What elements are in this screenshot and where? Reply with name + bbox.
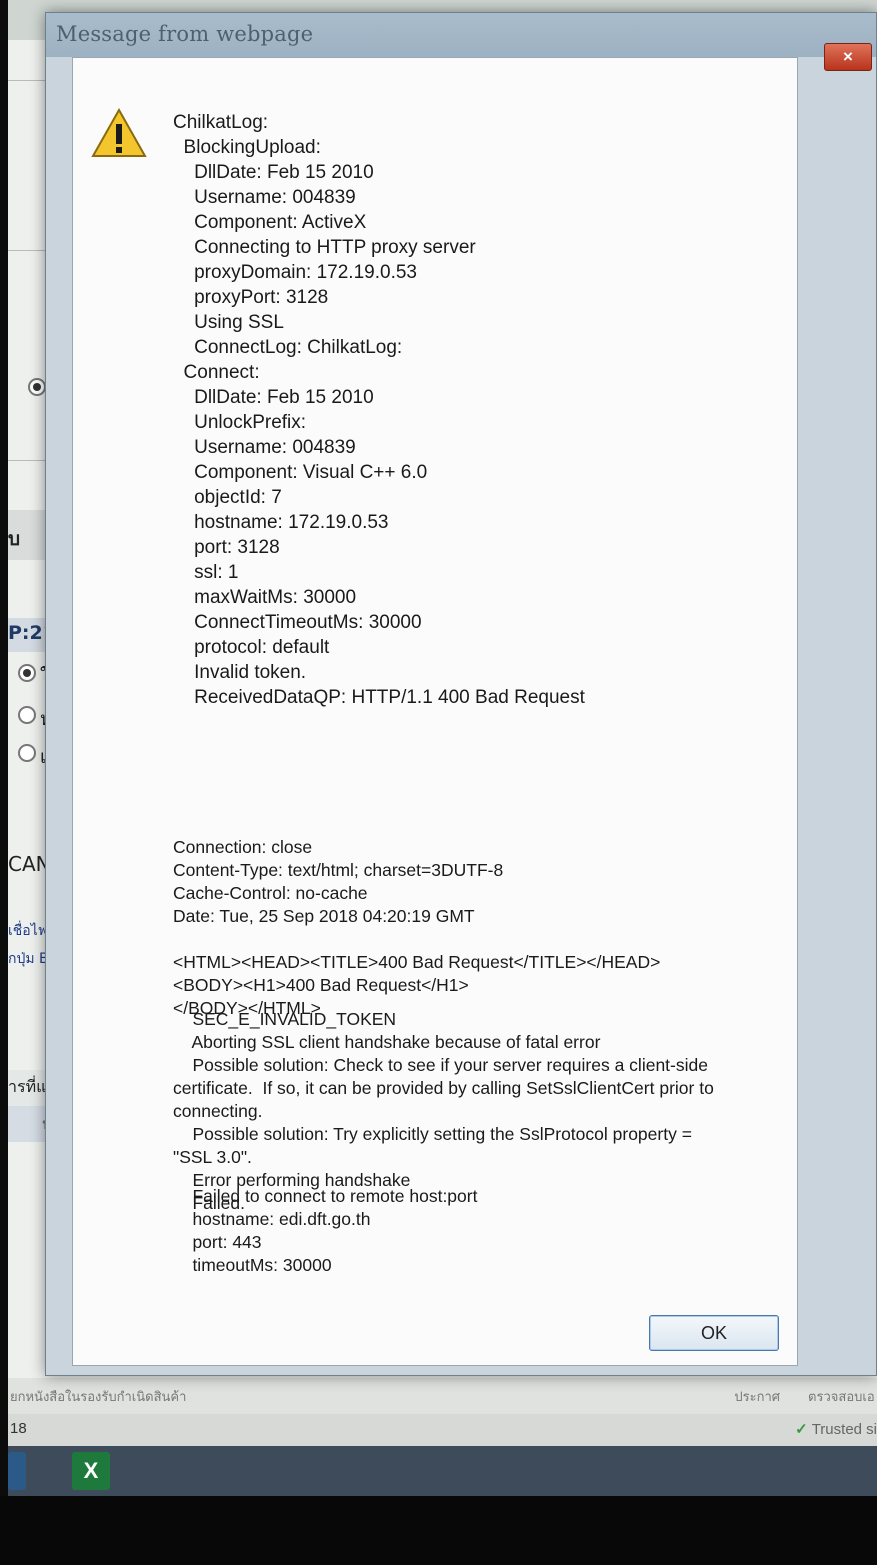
log-line: protocol: default — [173, 637, 330, 658]
log-line: <BODY><H1>400 Bad Request</H1> — [173, 975, 469, 995]
taskbar: X — [8, 1446, 877, 1496]
log-line: Date: Tue, 25 Sep 2018 04:20:19 GMT — [173, 906, 475, 926]
log-line: Connection: close — [173, 837, 313, 857]
log-line: objectId: 7 — [173, 487, 282, 508]
log-line: hostname: 172.19.0.53 — [173, 512, 389, 533]
log-line: timeoutMs: 30000 — [173, 1255, 332, 1275]
log-line: <HTML><HEAD><TITLE>400 Bad Request</TITL… — [173, 952, 661, 972]
log-line: Username: 004839 — [173, 437, 356, 458]
log-line: Aborting SSL client handshake because of… — [173, 1032, 601, 1052]
radio-button[interactable] — [28, 378, 46, 396]
log-line: Component: Visual C++ 6.0 — [173, 462, 428, 483]
log-line: ChilkatLog: — [173, 112, 269, 133]
log-line: Using SSL — [173, 312, 284, 333]
log-line: proxyPort: 3128 — [173, 287, 329, 308]
log-line: Possible solution: Try explicitly settin… — [173, 1124, 692, 1144]
radio-button[interactable] — [18, 744, 36, 762]
warning-icon — [91, 108, 147, 157]
excel-icon-label: X — [83, 1458, 99, 1483]
browser-status-bar: 18 ✓ Trusted si — [8, 1414, 877, 1446]
log-line: Username: 004839 — [173, 187, 356, 208]
footer-link[interactable]: ตรวจสอบเอ — [808, 1386, 875, 1407]
log-line: maxWaitMs: 30000 — [173, 587, 357, 608]
footer-links-bar: ยกหนังสือในรองรับกำเนิดสินค้า ประกาศ ตรว… — [8, 1378, 877, 1414]
log-line: Failed to connect to remote host:port — [173, 1186, 478, 1206]
log-line: ConnectLog: ChilkatLog: — [173, 337, 403, 358]
radio-button[interactable] — [18, 664, 36, 682]
taskbar-app-icon[interactable] — [8, 1452, 26, 1490]
log-line: DllDate: Feb 15 2010 — [173, 387, 374, 408]
log-line: ConnectTimeoutMs: 30000 — [173, 612, 422, 633]
footer-link[interactable]: ประกาศ — [734, 1386, 780, 1407]
log-line: Content-Type: text/html; charset=3DUTF-8 — [173, 860, 504, 880]
table-header-text: ารที่แ — [8, 1077, 47, 1096]
log-line: Invalid token. — [173, 662, 307, 683]
ok-button-label: OK — [700, 1322, 727, 1343]
dialog-title: Message from webpage — [56, 22, 314, 46]
log-section-ssl-error: SEC_E_INVALID_TOKEN Aborting SSL client … — [173, 1008, 714, 1215]
log-line: Connecting to HTTP proxy server — [173, 237, 476, 258]
security-zone: ✓ Trusted si — [795, 1420, 877, 1438]
camera-edge — [0, 0, 8, 1565]
log-line: SEC_E_INVALID_TOKEN — [173, 1009, 397, 1029]
log-line: BlockingUpload: — [173, 137, 321, 158]
log-section-http-response: Connection: close Content-Type: text/html… — [173, 836, 660, 1020]
footer-link[interactable]: ยกหนังสือในรองรับกำเนิดสินค้า — [10, 1386, 186, 1407]
ok-button[interactable]: OK — [649, 1315, 779, 1351]
log-line: Component: ActiveX — [173, 212, 367, 233]
dialog-body: ChilkatLog: BlockingUpload: DllDate: Feb… — [72, 57, 798, 1366]
log-line: DllDate: Feb 15 2010 — [173, 162, 374, 183]
close-icon: × — [843, 47, 853, 66]
log-line: UnlockPrefix: — [173, 412, 307, 433]
log-line: "SSL 3.0". — [173, 1147, 252, 1167]
radio-button[interactable] — [18, 706, 36, 724]
log-line: hostname: edi.dft.go.th — [173, 1209, 371, 1229]
log-line: proxyDomain: 172.19.0.53 — [173, 262, 417, 283]
log-line: Cache-Control: no-cache — [173, 883, 368, 903]
status-text: 18 — [10, 1420, 27, 1437]
close-button[interactable]: × — [824, 43, 872, 71]
log-line: certificate. If so, it can be provided b… — [173, 1078, 714, 1098]
security-zone-label: Trusted si — [811, 1421, 877, 1438]
section-header-text: บ — [8, 528, 21, 550]
camera-edge — [0, 1496, 877, 1565]
message-dialog: Message from webpage × ChilkatLog: Block… — [45, 12, 877, 1376]
checkmark-icon: ✓ — [795, 1421, 808, 1438]
log-line: connecting. — [173, 1101, 263, 1121]
log-line: ReceivedDataQP: HTTP/1.1 400 Bad Request — [173, 687, 585, 708]
log-line: port: 3128 — [173, 537, 280, 558]
log-section-connect: ChilkatLog: BlockingUpload: DllDate: Feb… — [173, 110, 585, 710]
log-line: Connect: — [173, 362, 260, 383]
log-line: Possible solution: Check to see if your … — [173, 1055, 708, 1075]
excel-icon[interactable]: X — [72, 1452, 110, 1490]
dialog-titlebar[interactable]: Message from webpage — [46, 13, 876, 57]
log-line: port: 443 — [173, 1232, 262, 1252]
log-line: ssl: 1 — [173, 562, 239, 583]
log-section-connect-failure: Failed to connect to remote host:port ho… — [173, 1185, 477, 1277]
